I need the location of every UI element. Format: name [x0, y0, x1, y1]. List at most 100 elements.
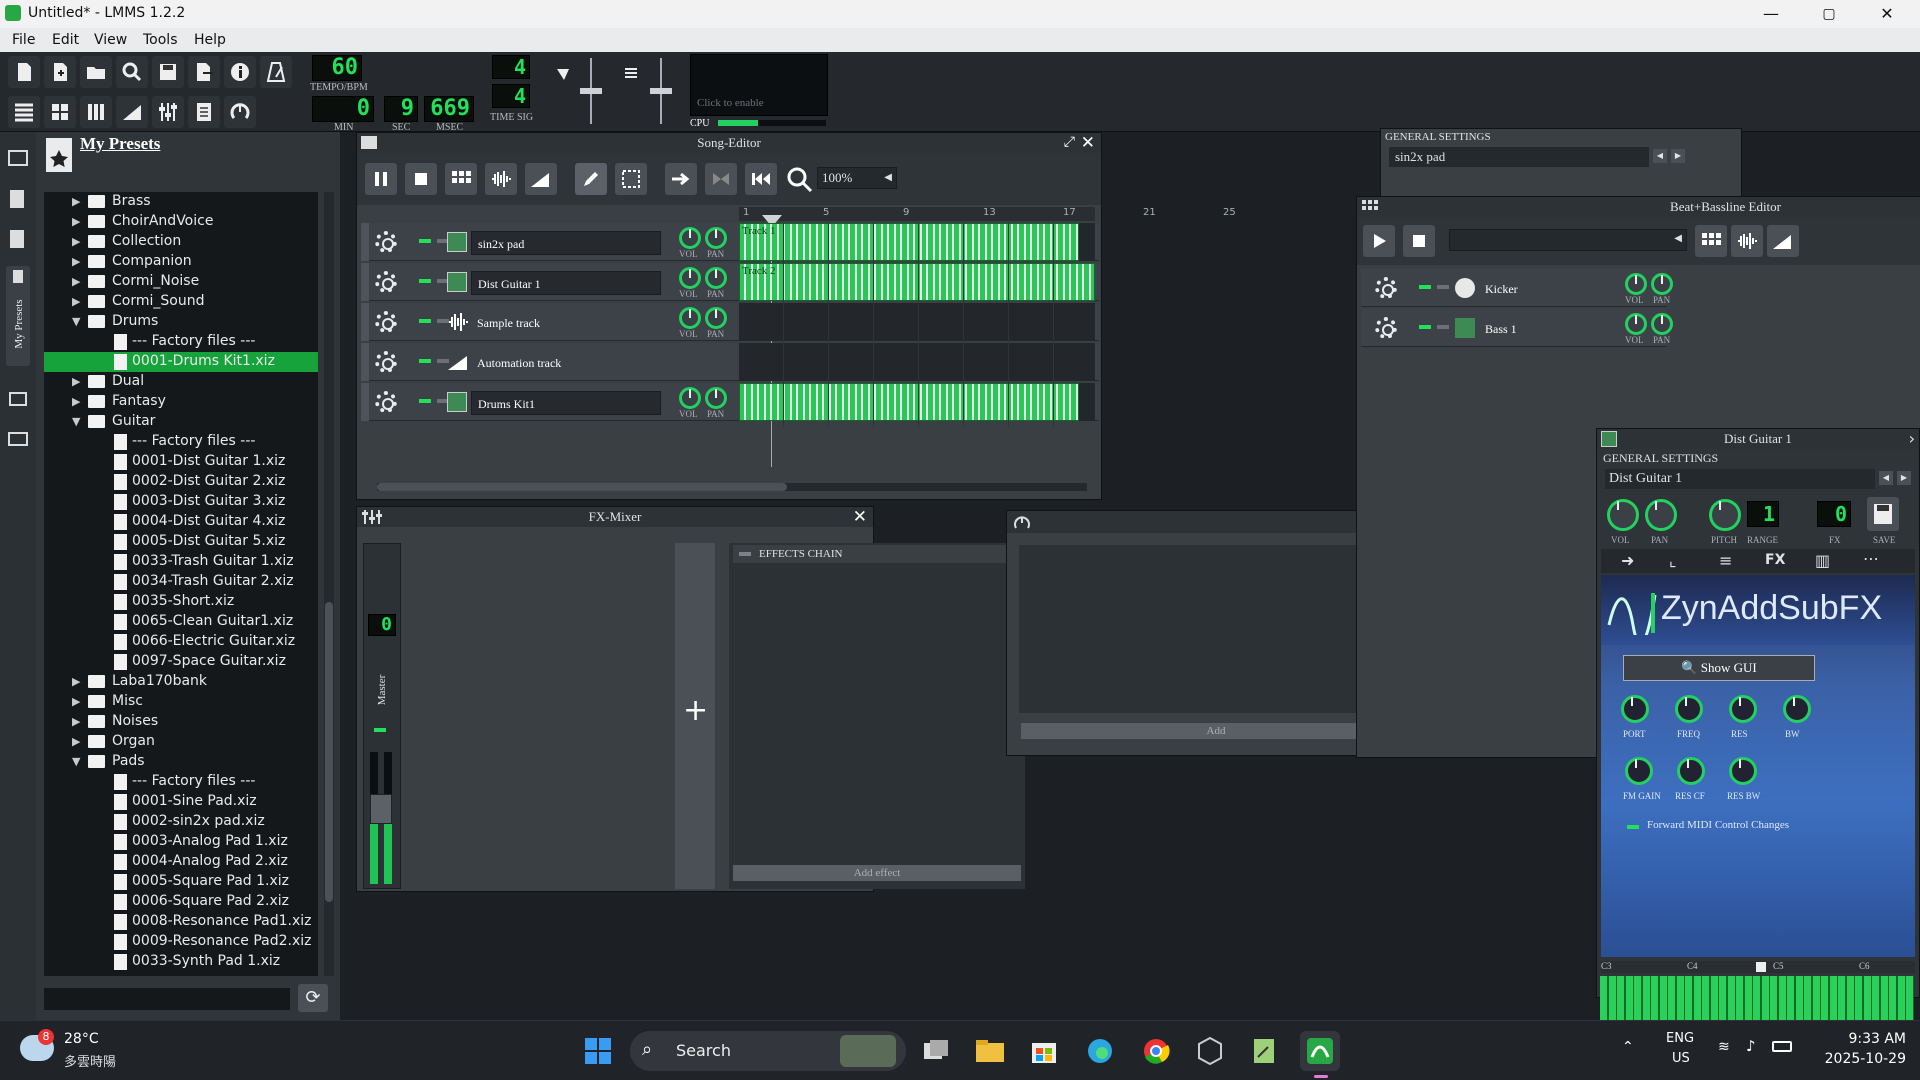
song-editor-maximize-icon[interactable]: ⤢ — [1064, 134, 1075, 150]
next-instrument-icon[interactable]: ▶ — [1671, 149, 1685, 163]
bb-track-volume-knob[interactable] — [1625, 273, 1647, 295]
instrument-name-field[interactable]: Dist Guitar 1 — [1605, 469, 1875, 489]
track-settings-gear-icon[interactable] — [375, 271, 397, 293]
song-editor-close-icon[interactable]: ✕ — [1081, 134, 1095, 152]
preset-folder[interactable]: ▶ ChoirAndVoice — [44, 212, 318, 232]
expand-arrow-icon[interactable]: ▶ — [72, 735, 80, 748]
track-name[interactable]: Drums Kit1 — [471, 391, 661, 415]
preset-file[interactable]: 0005-Dist Guitar 5.xiz — [44, 532, 318, 552]
instrument-pitch-knob[interactable] — [1709, 499, 1741, 531]
oscilloscope[interactable]: Click to enable — [690, 54, 828, 116]
preset-folder[interactable]: ▶ Cormi_Sound — [44, 292, 318, 312]
automation-editor-icon[interactable] — [116, 96, 148, 128]
tempo-display[interactable]: 60 — [312, 55, 362, 81]
track-settings-gear-icon[interactable] — [375, 231, 397, 253]
close-button[interactable]: ✕ — [1858, 0, 1916, 28]
edit-mode-icon[interactable] — [615, 163, 647, 195]
menu-view[interactable]: View — [94, 32, 127, 48]
refresh-icon[interactable]: ⟳ — [298, 984, 328, 1012]
add-effect-button[interactable]: Add effect — [733, 865, 1021, 881]
computer-tab-icon[interactable] — [8, 432, 28, 446]
lmms-taskbar-icon[interactable] — [1300, 1031, 1340, 1071]
bb-track-mute-led[interactable] — [1419, 325, 1431, 329]
preset-file[interactable]: --- Factory files --- — [44, 332, 318, 352]
tray-overflow-icon[interactable]: ⌃ — [1622, 1039, 1634, 1055]
preset-filter-input[interactable] — [44, 988, 290, 1010]
clock-date[interactable]: 2025-10-29 — [1816, 1051, 1906, 1067]
expand-arrow-icon[interactable]: ▶ — [72, 715, 80, 728]
project-notes-icon[interactable] — [188, 96, 220, 128]
lang-line2[interactable]: US — [1672, 1051, 1690, 1066]
chrome-icon[interactable] — [1136, 1031, 1176, 1071]
instrument-prev-icon[interactable]: ◀ — [1879, 471, 1893, 485]
bb-stop-icon[interactable] — [1403, 225, 1435, 257]
track-name[interactable]: Sample track — [471, 311, 661, 335]
time-sig-denominator[interactable]: 4 — [492, 84, 530, 108]
stop-behaviour-icon[interactable] — [745, 163, 777, 195]
lang-line1[interactable]: ENG — [1666, 1031, 1694, 1046]
master-fader[interactable] — [370, 794, 392, 824]
track-grip[interactable] — [361, 223, 369, 261]
bb-track-mute-led[interactable] — [1419, 285, 1431, 289]
expand-arrow-icon[interactable]: ▶ — [72, 395, 80, 408]
song-editor-icon[interactable] — [8, 96, 40, 128]
zyn-knob-res[interactable] — [1729, 695, 1757, 723]
preset-file[interactable]: 0009-Resonance Pad2.xiz — [44, 932, 318, 952]
preset-file[interactable]: 0002-sin2x pad.xiz — [44, 812, 318, 832]
track-mute-led[interactable] — [419, 319, 431, 323]
instrument-plugins-tab-icon[interactable] — [8, 150, 28, 166]
track-settings-gear-icon[interactable] — [375, 391, 397, 413]
save-preset-icon[interactable] — [1867, 497, 1899, 531]
bb-track[interactable]: Bass 1 VOL PAN — [1361, 309, 1673, 347]
track-mute-led[interactable] — [419, 359, 431, 363]
beat-bassline-editor-icon[interactable] — [44, 96, 76, 128]
loop-points-icon[interactable] — [705, 163, 737, 195]
expand-arrow-icon[interactable]: ▶ — [72, 375, 80, 388]
preset-folder[interactable]: ▶ Fantasy — [44, 392, 318, 412]
preset-file[interactable]: 0001-Drums Kit1.xiz — [44, 352, 318, 372]
add-bb-track-icon[interactable] — [445, 163, 477, 195]
bb-track-solo-led[interactable] — [1437, 325, 1449, 329]
fx-mixer-close-icon[interactable]: ✕ — [853, 508, 867, 526]
bb-add-sample-icon[interactable] — [1731, 225, 1763, 257]
preset-folder[interactable]: ▶ Noises — [44, 712, 318, 732]
menu-edit[interactable]: Edit — [52, 32, 79, 48]
task-view-icon[interactable] — [916, 1031, 956, 1071]
forward-midi-led[interactable] — [1627, 825, 1639, 829]
volume-icon[interactable]: ♪ — [1746, 1037, 1756, 1055]
instrument-next-icon[interactable]: ▶ — [1897, 471, 1911, 485]
track-mute-led[interactable] — [419, 279, 431, 283]
controller-rack-icon[interactable] — [224, 96, 256, 128]
preset-file[interactable]: 0003-Analog Pad 1.xiz — [44, 832, 318, 852]
bb-track-name[interactable]: Kicker — [1479, 277, 1639, 301]
preset-file[interactable]: --- Factory files --- — [44, 432, 318, 452]
battery-icon[interactable] — [1772, 1041, 1792, 1052]
track-mute-led[interactable] — [419, 399, 431, 403]
bb-track-solo-led[interactable] — [1437, 285, 1449, 289]
edge-icon[interactable] — [1080, 1031, 1120, 1071]
preset-folder[interactable]: ▼ Guitar — [44, 412, 318, 432]
track-grip[interactable] — [361, 263, 369, 301]
sin2x-name-field[interactable]: sin2x pad — [1389, 147, 1649, 167]
add-controller-button[interactable]: Add — [1021, 723, 1411, 739]
weather-desc[interactable]: 多雲時陽 — [64, 1051, 116, 1070]
export-icon[interactable] — [188, 56, 220, 88]
track-grip[interactable] — [361, 383, 369, 421]
preset-file[interactable]: 0002-Dist Guitar 2.xiz — [44, 472, 318, 492]
track-mute-led[interactable] — [419, 239, 431, 243]
base-note-marker[interactable] — [1756, 962, 1766, 972]
bb-track-pan-knob[interactable] — [1651, 273, 1673, 295]
add-sample-track-icon[interactable] — [485, 163, 517, 195]
clock-time[interactable]: 9:33 AM — [1830, 1031, 1906, 1047]
zyn-knob-bw[interactable] — [1783, 695, 1811, 723]
expand-arrow-icon[interactable]: ▶ — [72, 215, 80, 228]
new-project-icon[interactable] — [8, 56, 40, 88]
maximize-button[interactable]: ▢ — [1800, 0, 1858, 28]
preset-folder[interactable]: ▶ Collection — [44, 232, 318, 252]
track-volume-knob[interactable] — [679, 387, 701, 409]
expand-arrow-icon[interactable]: ▶ — [72, 275, 80, 288]
preset-file[interactable]: 0001-Sine Pad.xiz — [44, 792, 318, 812]
preset-file[interactable]: 0001-Dist Guitar 1.xiz — [44, 452, 318, 472]
expand-arrow-icon[interactable]: ▶ — [72, 295, 80, 308]
taskbar-search[interactable]: ⌕ Search — [630, 1031, 906, 1071]
